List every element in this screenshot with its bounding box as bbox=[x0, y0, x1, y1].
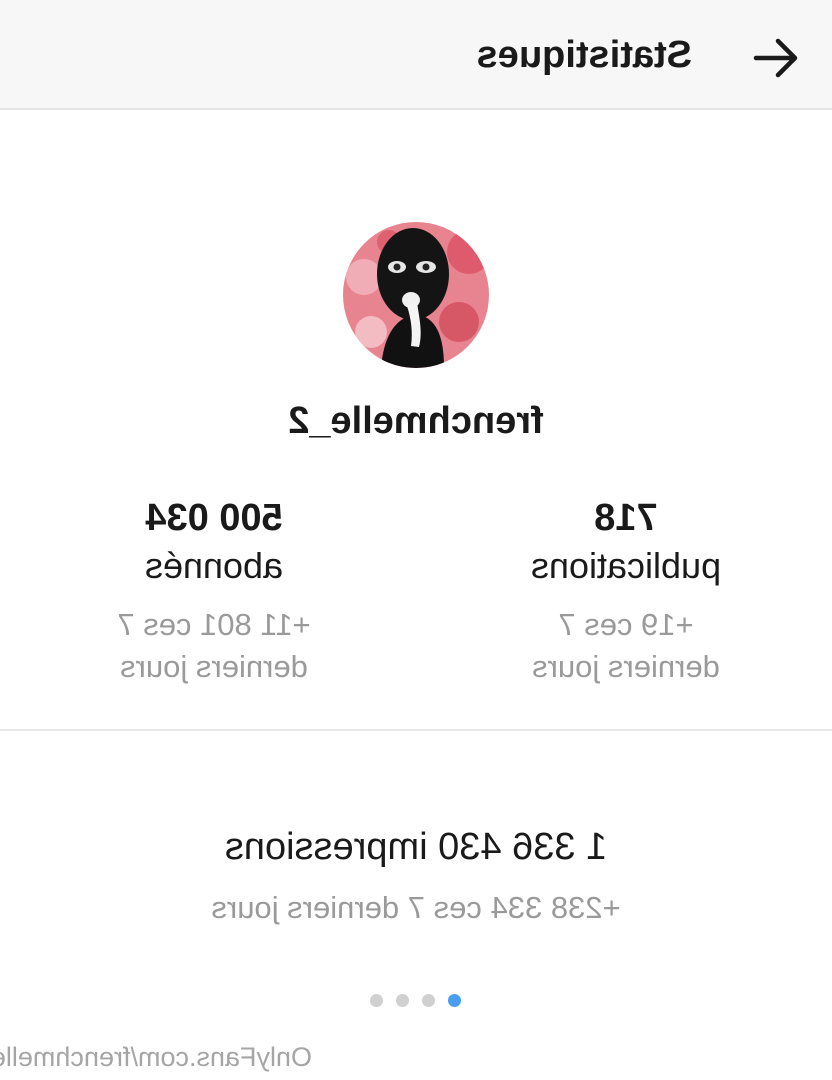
followers-count: 500 034 bbox=[145, 497, 283, 539]
followers-change: +11 801 ces 7 derniers jours bbox=[64, 604, 364, 688]
posts-count: 718 bbox=[594, 497, 658, 539]
stat-followers[interactable]: 500 034 abonnés +11 801 ces 7 derniers j… bbox=[64, 496, 364, 688]
impressions-change: +238 334 ces 7 derniers jours bbox=[211, 890, 621, 925]
impressions-count: 1 336 430 impressions bbox=[224, 826, 608, 868]
avatar[interactable] bbox=[343, 222, 489, 368]
back-button[interactable] bbox=[748, 30, 804, 86]
page-dot-1[interactable] bbox=[370, 994, 384, 1007]
divider bbox=[0, 729, 832, 731]
username: frenchmelle_2 bbox=[288, 400, 544, 442]
posts-label: publications bbox=[530, 545, 722, 586]
followers-label: abonnés bbox=[144, 545, 284, 586]
watermark: OnlyFans.com/frenchmelle bbox=[0, 1042, 312, 1072]
pagination-dots bbox=[0, 994, 832, 1007]
followers-change-line1: +11 801 ces 7 bbox=[117, 607, 311, 642]
top-bar: Statistiques bbox=[0, 0, 832, 110]
page-dot-3[interactable] bbox=[422, 994, 436, 1007]
posts-change: +19 ces 7 derniers jours bbox=[476, 604, 776, 688]
statistics-screen: Statistiques frenchmelle_2 500 034 abonn… bbox=[0, 0, 832, 1080]
posts-change-line2: derniers jours bbox=[532, 649, 720, 684]
page-dot-4[interactable] bbox=[448, 994, 462, 1007]
stat-posts[interactable]: 718 publications +19 ces 7 derniers jour… bbox=[476, 496, 776, 688]
posts-change-line1: +19 ces 7 bbox=[558, 607, 694, 642]
arrow-left-icon bbox=[753, 38, 798, 78]
page-dot-2[interactable] bbox=[396, 994, 410, 1007]
page-title: Statistiques bbox=[476, 34, 692, 76]
masked-person-icon bbox=[343, 222, 489, 368]
followers-change-line2: derniers jours bbox=[120, 649, 308, 684]
